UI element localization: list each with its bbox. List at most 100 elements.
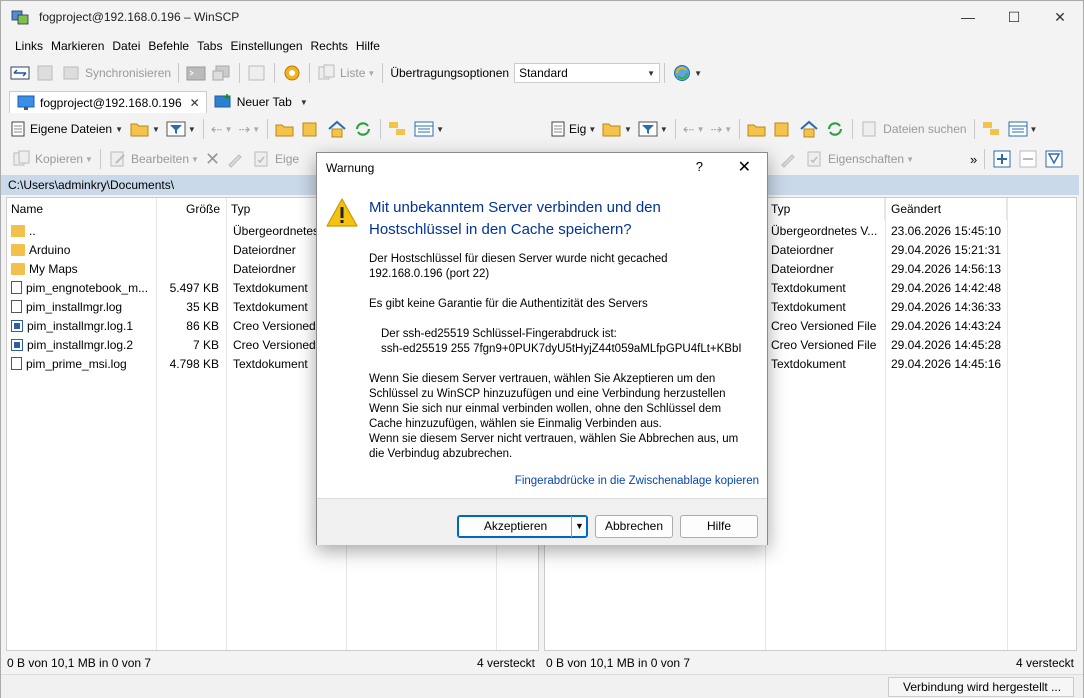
parent-dir-button[interactable] [744,117,770,141]
view-details-icon [1008,120,1028,138]
parent-folder-icon [747,120,767,138]
back-button[interactable]: ⇠ ▼ [208,117,236,141]
synchronize-button[interactable]: Synchronisieren [59,61,174,85]
rename-button[interactable] [776,147,802,171]
list-view-button[interactable]: Liste ▼ [314,61,378,85]
home-button[interactable] [324,117,350,141]
host-port-line: 192.168.0.196 (port 22) [369,268,490,280]
arrow-right-icon: ⇢ [710,120,723,137]
toolbar-separator [239,63,241,83]
tree-button[interactable] [979,117,1005,141]
new-tab-icon [213,93,233,111]
file-name: My Maps [29,262,78,276]
parent-folder-icon [11,224,25,237]
close-icon[interactable]: ✕ [738,157,751,177]
back-button[interactable]: ⇠ ▼ [680,117,708,141]
authenticity-message: Es gibt keine Garantie für die Authentiz… [369,298,648,310]
tree-button[interactable] [385,117,411,141]
help-icon[interactable]: ? [696,159,703,174]
tab-new[interactable]: Neuer Tab ▼ [207,91,314,113]
putty-button[interactable] [209,61,235,85]
right-location-select[interactable]: Eig ▼ [549,119,599,139]
tab-session[interactable]: fogproject@192.168.0.196 ✕ [9,91,207,113]
text-file-icon [11,357,22,371]
close-window-button[interactable]: ✕ [1037,1,1083,33]
properties-button[interactable]: Eigenschaften ▼ [802,147,917,171]
view-mode-button[interactable]: ▼ [1005,117,1041,141]
close-tab-icon[interactable]: ✕ [190,96,200,110]
help-button[interactable]: Hilfe [680,515,758,538]
home-button[interactable] [796,117,822,141]
refresh-button[interactable] [350,117,376,141]
root-dir-button[interactable] [298,117,324,141]
copy-button[interactable]: Kopieren ▼ [9,147,96,171]
console-icon [186,64,206,82]
console-button[interactable] [183,61,209,85]
parent-dir-button[interactable] [272,117,298,141]
file-type: Textdokument [771,357,846,371]
file-modified: 29.04.2026 14:42:48 [891,281,1002,295]
column-header-name[interactable]: Name [7,198,157,220]
menu-einstellungen[interactable]: Einstellungen [226,37,306,55]
instruction-line: die Verbindug abzubrechen. [369,448,513,460]
synchronize-icon [62,64,82,82]
instruction-line: Wenn Sie diesem Server vertrauen, wählen… [369,373,716,385]
folder-icon [11,243,25,256]
tab-new-label: Neuer Tab [236,95,292,109]
collapse-button[interactable] [1015,147,1041,171]
compare-dirs-button[interactable] [7,61,33,85]
preferences-button[interactable] [279,61,305,85]
left-location-select[interactable]: Eigene Dateien ▼ [9,119,127,139]
root-dir-button[interactable] [770,117,796,141]
file-type: Textdokument [771,281,846,295]
refresh-button[interactable] [822,117,848,141]
column-header-size[interactable]: Größe [157,198,227,220]
rename-button[interactable] [223,147,249,171]
menu-rechts[interactable]: Rechts [307,37,352,55]
column-header-type[interactable]: Typ [767,198,885,220]
delete-button[interactable]: ✕ [202,147,223,171]
tree-icon [982,120,1002,138]
cancel-button[interactable]: Abbrechen [595,515,673,538]
auto-sync-button[interactable]: ▼ [669,61,705,85]
chevron-down-icon[interactable]: ▼ [571,516,587,537]
menu-tabs[interactable]: Tabs [193,37,226,55]
refresh-queue-button[interactable] [244,61,270,85]
find-files-button[interactable]: Dateien suchen [857,117,969,141]
menu-markieren[interactable]: Markieren [47,37,108,55]
left-status-hidden: 4 versteckt [476,656,535,670]
menu-links[interactable]: Links [11,37,47,55]
plus-icon [992,150,1012,168]
menu-datei[interactable]: Datei [108,37,144,55]
find-files-icon [860,120,880,138]
left-nav-toolbar: Eigene Dateien ▼ ▼ ▼ ⇠ ▼ ⇢ ▼ ▼ [9,116,447,142]
filter-files-button[interactable] [1041,147,1067,171]
filter-button[interactable]: ▼ [635,117,671,141]
open-directory-button[interactable]: ▼ [599,117,635,141]
list-label: Liste [340,66,366,80]
maximize-button[interactable]: ☐ [991,1,1037,33]
menu-befehle[interactable]: Befehle [144,37,193,55]
view-mode-button[interactable]: ▼ [411,117,447,141]
new-button[interactable] [989,147,1015,171]
accept-button[interactable]: Akzeptieren ▼ [457,515,588,538]
column-header-modified[interactable]: Geändert [887,198,1007,220]
filter-button[interactable]: ▼ [163,117,199,141]
file-size: 4.798 KB [169,357,219,371]
open-directory-button[interactable]: ▼ [127,117,163,141]
left-action-toolbar: Kopieren ▼ Bearbeiten ▼ ✕ Eige [9,146,302,172]
tree-icon [388,120,408,138]
forward-button[interactable]: ⇢ ▼ [236,117,264,141]
forward-button[interactable]: ⇢ ▼ [708,117,736,141]
minimize-button[interactable]: — [945,1,991,33]
chevron-down-icon: ▼ [367,68,376,78]
menu-hilfe[interactable]: Hilfe [352,37,384,55]
tab-session-label: fogproject@192.168.0.196 [40,95,182,110]
sync-browse-button[interactable] [33,61,59,85]
edit-button[interactable]: Bearbeiten ▼ [105,147,202,171]
toolbar-overflow-button[interactable]: » [967,147,980,171]
transfer-options-select[interactable]: Standard ▼ [514,63,661,83]
copy-fingerprints-link[interactable]: Fingerabdrücke in die Zwischenablage kop… [515,475,759,487]
properties-button[interactable]: Eige [249,147,302,171]
transfer-options-label: Übertragungsoptionen [390,66,510,80]
